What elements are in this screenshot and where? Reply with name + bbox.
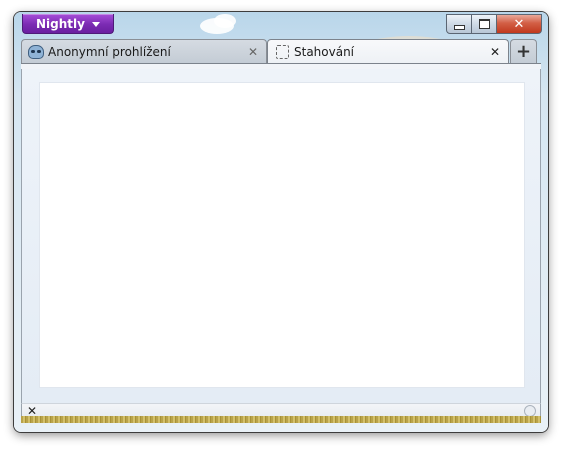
background-cloud bbox=[214, 14, 236, 28]
maximize-button[interactable] bbox=[472, 14, 497, 34]
downloads-page bbox=[21, 69, 541, 403]
close-window-button[interactable]: ✕ bbox=[497, 14, 542, 34]
window-caption-buttons: ✕ bbox=[446, 14, 542, 34]
browser-window: ★ Nightly ✕ Anonymní prohlížení ✕ Stahov… bbox=[14, 12, 548, 432]
downloads-list[interactable] bbox=[40, 83, 524, 387]
tab-close-icon[interactable]: ✕ bbox=[246, 45, 260, 59]
private-browsing-mask-icon bbox=[28, 44, 44, 59]
tab-close-icon[interactable]: ✕ bbox=[488, 45, 502, 59]
tab-label: Anonymní prohlížení bbox=[48, 44, 171, 59]
theme-grass-strip bbox=[21, 416, 541, 423]
minimize-icon bbox=[453, 24, 465, 30]
tab-private-browsing[interactable]: Anonymní prohlížení ✕ bbox=[21, 39, 267, 63]
close-icon: ✕ bbox=[513, 16, 525, 32]
chevron-down-icon bbox=[91, 21, 100, 27]
tab-label: Stahování bbox=[294, 44, 355, 59]
maximize-icon bbox=[478, 19, 490, 29]
new-tab-button[interactable]: + bbox=[510, 39, 537, 63]
tab-downloads[interactable]: Stahování ✕ bbox=[267, 39, 509, 63]
downloads-icon-wrapper bbox=[274, 44, 290, 59]
downloads-dashed-icon bbox=[275, 44, 289, 59]
nightly-menu-button[interactable]: Nightly bbox=[22, 14, 114, 34]
minimize-button[interactable] bbox=[446, 14, 472, 34]
plus-icon: + bbox=[515, 41, 532, 62]
nightly-menu-label: Nightly bbox=[36, 16, 85, 31]
